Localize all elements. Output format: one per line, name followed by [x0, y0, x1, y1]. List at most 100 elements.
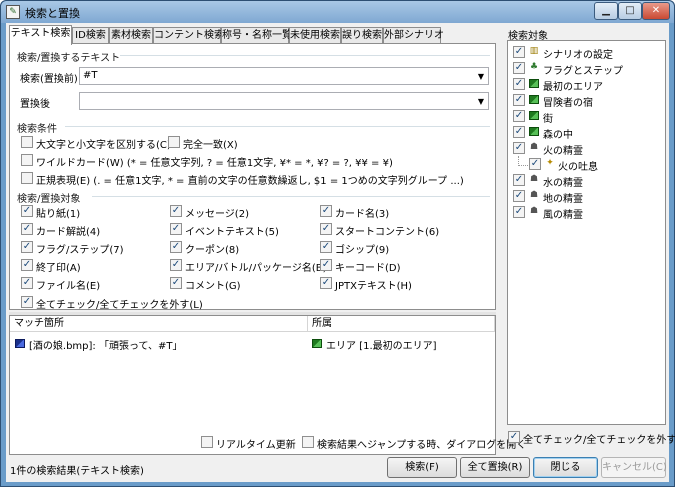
close-window-button[interactable]: ✕ [642, 2, 670, 20]
check-all-scope-checkbox[interactable]: ✓ [508, 431, 520, 443]
skill-icon: ✦ [546, 158, 554, 168]
minimize-button[interactable]: ▁ [594, 2, 618, 20]
target-checkbox-comment[interactable]: ✓ [170, 277, 182, 289]
result-match-text[interactable]: [酒の娘.bmp]: 「頑張って、#T」 [29, 337, 182, 352]
target-checkbox-end-mark[interactable]: ✓ [21, 259, 33, 271]
tree-checkbox[interactable]: ✓ [513, 62, 525, 74]
regex-label: 正規表現(E) (. = 任意1文字, * = 直前の文字の任意数繰返し, $1… [36, 176, 464, 187]
tab-external-scenario[interactable]: 外部シナリオ [383, 27, 444, 44]
tree-checkbox[interactable]: ✓ [513, 110, 525, 122]
area-icon [529, 127, 539, 136]
tab-id-search[interactable]: ID検索 [72, 27, 109, 44]
area-icon [312, 339, 322, 348]
target-checkbox-start-content[interactable]: ✓ [320, 223, 332, 235]
open-on-jump-label: 検索結果へジャンプする時、ダイアログを開く [317, 440, 527, 451]
tree-item[interactable]: フラグとステップ [543, 62, 623, 77]
tab-material-search[interactable]: 素材検索 [109, 27, 153, 44]
image-file-icon [15, 339, 25, 348]
tree-checkbox[interactable]: ✓ [513, 94, 525, 106]
replace-after-label: 置換後 [20, 99, 50, 110]
replace-all-button[interactable]: 全て置換(R) [460, 457, 530, 478]
tab-text-search[interactable]: テキスト検索 [9, 25, 72, 45]
regex-checkbox[interactable] [21, 172, 33, 184]
exact-match-checkbox[interactable] [168, 136, 180, 148]
tab-error-search[interactable]: 誤り検索 [341, 27, 383, 44]
search-before-label: 検索(置換前) [20, 74, 78, 85]
dropdown-arrow-icon[interactable]: ▼ [478, 69, 484, 85]
cancel-button[interactable]: キャンセル(C) [601, 457, 667, 478]
col-header-match[interactable]: マッチ箇所 [10, 316, 308, 332]
battle-icon: ☗ [529, 190, 539, 200]
tree-item[interactable]: 最初のエリア [543, 78, 603, 93]
window-title: 検索と置換 [25, 7, 80, 20]
target-label: メッセージ(2) [185, 209, 249, 220]
battle-icon: ☗ [529, 142, 539, 152]
target-checkbox-card-desc[interactable]: ✓ [21, 223, 33, 235]
dropdown-arrow-icon[interactable]: ▼ [478, 94, 484, 110]
target-checkbox-jptx[interactable]: ✓ [320, 277, 332, 289]
group-divider [92, 196, 490, 197]
app-icon: ✎ [6, 5, 20, 19]
col-header-owner[interactable]: 所属 [308, 316, 495, 332]
tree-checkbox[interactable]: ✓ [513, 46, 525, 58]
wildcard-checkbox[interactable] [21, 154, 33, 166]
tree-item[interactable]: 水の精霊 [543, 174, 583, 189]
open-on-jump-checkbox[interactable] [302, 436, 314, 448]
search-button[interactable]: 検索(F) [387, 457, 457, 478]
target-checkbox-event-text[interactable]: ✓ [170, 223, 182, 235]
target-checkbox-message[interactable]: ✓ [170, 205, 182, 217]
target-checkbox-card-name[interactable]: ✓ [320, 205, 332, 217]
target-checkbox-filename[interactable]: ✓ [21, 277, 33, 289]
target-checkbox-notice[interactable]: ✓ [21, 205, 33, 217]
conditions-group-title: 検索条件 [17, 124, 57, 135]
tree-checkbox[interactable]: ✓ [529, 158, 541, 170]
target-label: 貼り紙(1) [36, 209, 81, 220]
tree-item[interactable]: 地の精霊 [543, 190, 583, 205]
tab-unused-search[interactable]: 未使用検索 [289, 27, 341, 44]
maximize-button[interactable]: □ [618, 2, 642, 20]
group-divider [120, 55, 490, 56]
titlebar[interactable]: ✎ 検索と置換 ▁ □ ✕ [1, 1, 674, 23]
tree-checkbox[interactable]: ✓ [513, 78, 525, 90]
tree-item[interactable]: 火の吐息 [558, 158, 598, 173]
replace-after-combo[interactable]: ▼ [79, 92, 489, 110]
tree-checkbox[interactable]: ✓ [513, 174, 525, 186]
tree-item[interactable]: 街 [543, 110, 553, 125]
flag-step-icon: ♣ [529, 62, 539, 72]
tree-item[interactable]: 冒険者の宿 [543, 94, 593, 109]
tree-checkbox[interactable]: ✓ [513, 206, 525, 218]
status-text: 1件の検索結果(テキスト検索) [10, 466, 144, 477]
close-button[interactable]: 閉じる [533, 457, 598, 478]
tree-item[interactable]: 森の中 [543, 126, 573, 141]
target-label: JPTXテキスト(H) [335, 281, 412, 292]
check-all-targets-checkbox[interactable]: ✓ [21, 296, 33, 308]
target-checkbox-coupon[interactable]: ✓ [170, 241, 182, 253]
tab-title-list[interactable]: 称号・名称一覧 [221, 27, 292, 44]
target-checkbox-area-name[interactable]: ✓ [170, 259, 182, 271]
tab-content-search[interactable]: コンテント検索 [153, 27, 224, 44]
tree-item[interactable]: 火の精霊 [543, 142, 583, 157]
target-label: キーコード(D) [335, 263, 401, 274]
tree-item[interactable]: シナリオの設定 [543, 46, 613, 61]
tree-checkbox[interactable]: ✓ [513, 190, 525, 202]
case-sensitive-label: 大文字と小文字を区別する(C) [36, 140, 171, 151]
target-checkbox-gossip[interactable]: ✓ [320, 241, 332, 253]
target-label: ゴシップ(9) [335, 245, 390, 256]
check-all-scope-label: 全てチェック/全てチェックを外す [523, 435, 675, 446]
scenario-settings-icon: ▥ [529, 46, 539, 56]
target-label: カード解説(4) [36, 227, 101, 238]
search-before-value: #T [83, 70, 98, 81]
target-checkbox-flag-step[interactable]: ✓ [21, 241, 33, 253]
realtime-update-checkbox[interactable] [201, 436, 213, 448]
results-list[interactable]: マッチ箇所 所属 [酒の娘.bmp]: 「頑張って、#T」 エリア [1.最初の… [9, 315, 496, 455]
search-replace-window: ✎ 検索と置換 ▁ □ ✕ テキスト検索 ID検索 素材検索 コンテント検索 称… [0, 0, 675, 487]
tree-item[interactable]: 風の精霊 [543, 206, 583, 221]
search-targets-tree[interactable]: ✓ ▥ シナリオの設定 ✓ ♣ フラグとステップ ✓ 最初のエリア ✓ 冒険者の… [507, 40, 666, 425]
tree-checkbox[interactable]: ✓ [513, 142, 525, 154]
tree-checkbox[interactable]: ✓ [513, 126, 525, 138]
result-owner-text[interactable]: エリア [1.最初のエリア] [326, 337, 437, 352]
target-checkbox-keycode[interactable]: ✓ [320, 259, 332, 271]
search-before-combo[interactable]: #T ▼ [79, 67, 489, 85]
case-sensitive-checkbox[interactable] [21, 136, 33, 148]
realtime-update-label: リアルタイム更新 [216, 440, 296, 451]
